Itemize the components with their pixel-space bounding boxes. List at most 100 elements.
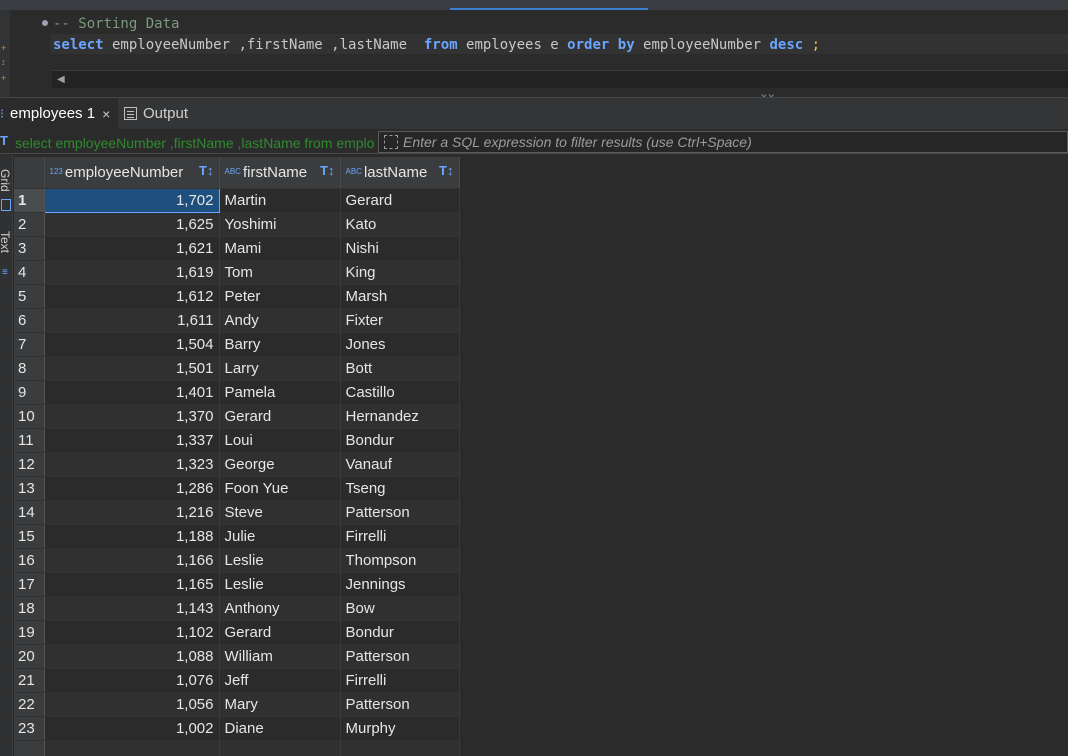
cell-employeenumber[interactable]: 1,102: [44, 620, 220, 645]
table-row[interactable]: 16 1,166 Leslie Thompson: [14, 548, 460, 573]
row-number[interactable]: 23: [14, 716, 45, 741]
column-header-employeenumber[interactable]: 123 employeeNumber T↕: [44, 157, 220, 189]
cell-employeenumber[interactable]: 1,286: [44, 476, 220, 501]
row-number[interactable]: 18: [14, 596, 45, 621]
table-row[interactable]: 5 1,612 Peter Marsh: [14, 284, 460, 309]
cell-firstname[interactable]: George: [219, 452, 341, 477]
column-header-lastname[interactable]: ABC lastName T↕: [340, 157, 460, 189]
row-number[interactable]: 8: [14, 356, 45, 381]
filter-field[interactable]: [378, 131, 1068, 153]
cell-firstname[interactable]: Tom: [219, 260, 341, 285]
cell-firstname[interactable]: Foon Yue: [219, 476, 341, 501]
cell-employeenumber[interactable]: 1,621: [44, 236, 220, 261]
cell-firstname[interactable]: Martin: [219, 188, 341, 213]
table-row[interactable]: 8 1,501 Larry Bott: [14, 356, 460, 381]
table-row[interactable]: 3 1,621 Mami Nishi: [14, 236, 460, 261]
cell-firstname[interactable]: Pamela: [219, 380, 341, 405]
cell-employeenumber[interactable]: 1,166: [44, 548, 220, 573]
table-row[interactable]: 9 1,401 Pamela Castillo: [14, 380, 460, 405]
cell-lastname[interactable]: Bott: [340, 356, 460, 381]
cell-lastname[interactable]: Tseng: [340, 476, 460, 501]
row-number[interactable]: 20: [14, 644, 45, 669]
cell-employeenumber[interactable]: 1,501: [44, 356, 220, 381]
row-number[interactable]: 9: [14, 380, 45, 405]
cell-employeenumber[interactable]: 1,165: [44, 572, 220, 597]
cell-lastname[interactable]: Kato: [340, 212, 460, 237]
cell-firstname[interactable]: Jeff: [219, 668, 341, 693]
cell-firstname[interactable]: Gerard: [219, 404, 341, 429]
cell-firstname[interactable]: Mami: [219, 236, 341, 261]
table-row[interactable]: 6 1,611 Andy Fixter: [14, 308, 460, 333]
table-row[interactable]: 4 1,619 Tom King: [14, 260, 460, 285]
table-row[interactable]: 2 1,625 Yoshimi Kato: [14, 212, 460, 237]
table-row[interactable]: 18 1,143 Anthony Bow: [14, 596, 460, 621]
grid-icon[interactable]: [1, 199, 11, 211]
row-number[interactable]: 17: [14, 572, 45, 597]
row-number[interactable]: 21: [14, 668, 45, 693]
row-number[interactable]: 5: [14, 284, 45, 309]
table-row[interactable]: 1 1,702 Martin Gerard: [14, 187, 460, 213]
cell-firstname[interactable]: Andy: [219, 308, 341, 333]
row-number[interactable]: 13: [14, 476, 45, 501]
cell-employeenumber[interactable]: 1,612: [44, 284, 220, 309]
cell-lastname[interactable]: Nishi: [340, 236, 460, 261]
row-number[interactable]: 19: [14, 620, 45, 645]
table-row[interactable]: 17 1,165 Leslie Jennings: [14, 572, 460, 597]
row-number[interactable]: 22: [14, 692, 45, 717]
cell-employeenumber[interactable]: 1,216: [44, 500, 220, 525]
cell-firstname[interactable]: Gerard: [219, 620, 341, 645]
cell-lastname[interactable]: Vanauf: [340, 452, 460, 477]
cell-firstname[interactable]: Loui: [219, 428, 341, 453]
table-row[interactable]: 21 1,076 Jeff Firrelli: [14, 668, 460, 693]
cell-lastname[interactable]: Bow: [340, 596, 460, 621]
cell-lastname[interactable]: Hernandez: [340, 404, 460, 429]
cell-lastname[interactable]: Patterson: [340, 644, 460, 669]
text-icon[interactable]: ≡: [2, 267, 8, 278]
cell-lastname[interactable]: Castillo: [340, 380, 460, 405]
cell-employeenumber[interactable]: 1,088: [44, 644, 220, 669]
filter-input[interactable]: [403, 133, 1043, 151]
sort-filter-icon[interactable]: T↕: [439, 163, 453, 178]
cell-lastname[interactable]: Fixter: [340, 308, 460, 333]
row-number[interactable]: 1: [14, 188, 45, 213]
sql-statement[interactable]: select employeeNumber ,firstName ,lastNa…: [53, 37, 820, 53]
cell-employeenumber[interactable]: 1,611: [44, 308, 220, 333]
cell-employeenumber[interactable]: 1,002: [44, 716, 220, 741]
cell-firstname[interactable]: Steve: [219, 500, 341, 525]
row-number[interactable]: 7: [14, 332, 45, 357]
fold-marker-icon[interactable]: [42, 20, 48, 26]
row-number[interactable]: 12: [14, 452, 45, 477]
cell-employeenumber[interactable]: 1,401: [44, 380, 220, 405]
row-number[interactable]: 10: [14, 404, 45, 429]
grid-corner[interactable]: [14, 157, 45, 189]
cell-firstname[interactable]: William: [219, 644, 341, 669]
row-number[interactable]: 4: [14, 260, 45, 285]
cell-firstname[interactable]: Leslie: [219, 572, 341, 597]
cell-lastname[interactable]: Marsh: [340, 284, 460, 309]
cell-lastname[interactable]: Firrelli: [340, 524, 460, 549]
cell-lastname[interactable]: Patterson: [340, 692, 460, 717]
cell-employeenumber[interactable]: 1,625: [44, 212, 220, 237]
cell-firstname[interactable]: Leslie: [219, 548, 341, 573]
cell-employeenumber[interactable]: 1,619: [44, 260, 220, 285]
cell-lastname[interactable]: Patterson: [340, 500, 460, 525]
row-number[interactable]: 16: [14, 548, 45, 573]
cell-firstname[interactable]: Barry: [219, 332, 341, 357]
close-icon[interactable]: ×: [102, 106, 110, 122]
results-grid[interactable]: 123 employeeNumber T↕ ABC firstName T↕ ABC…: [14, 157, 460, 756]
row-number[interactable]: 11: [14, 428, 45, 453]
table-row[interactable]: 7 1,504 Barry Jones: [14, 332, 460, 357]
row-number[interactable]: 6: [14, 308, 45, 333]
row-number[interactable]: 14: [14, 500, 45, 525]
text-view-toggle[interactable]: Text: [0, 231, 12, 253]
cell-employeenumber[interactable]: 1,323: [44, 452, 220, 477]
table-row[interactable]: 22 1,056 Mary Patterson: [14, 692, 460, 717]
column-header-firstname[interactable]: ABC firstName T↕: [219, 157, 341, 189]
cell-lastname[interactable]: Murphy: [340, 716, 460, 741]
editor-horizontal-scrollbar[interactable]: ◀: [52, 70, 1068, 88]
cell-firstname[interactable]: Diane: [219, 716, 341, 741]
sort-filter-icon[interactable]: T↕: [199, 163, 213, 178]
cell-lastname[interactable]: Thompson: [340, 548, 460, 573]
table-row[interactable]: 12 1,323 George Vanauf: [14, 452, 460, 477]
table-row[interactable]: 15 1,188 Julie Firrelli: [14, 524, 460, 549]
